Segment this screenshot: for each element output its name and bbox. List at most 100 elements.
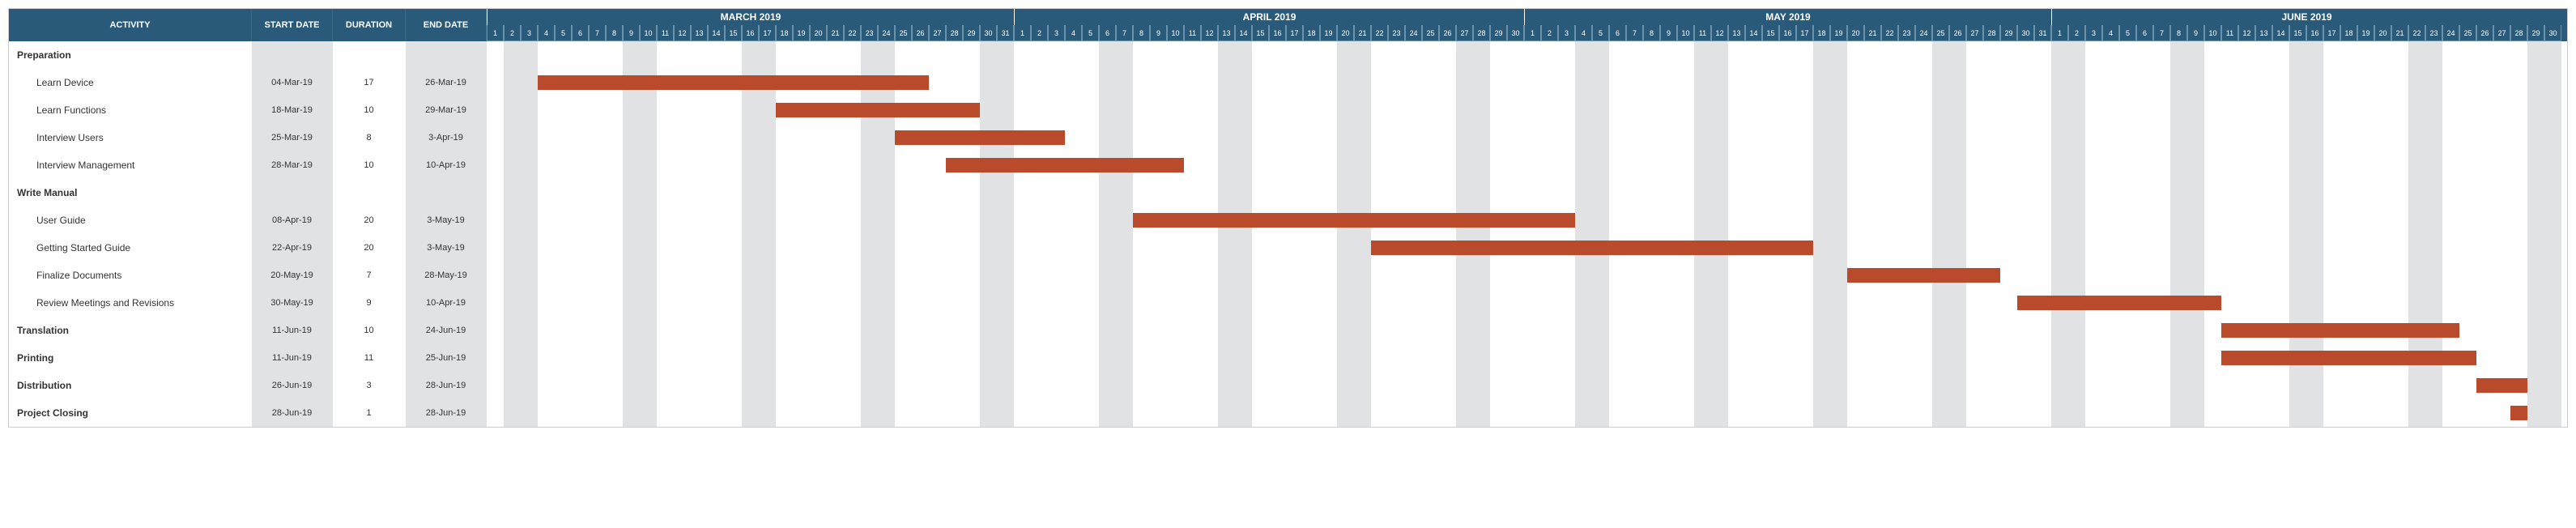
day-label: 17 bbox=[759, 25, 776, 41]
duration: 10 bbox=[333, 151, 406, 179]
task-row: Finalize Documents20-May-19728-May-19 bbox=[9, 262, 487, 289]
gantt-bar bbox=[2510, 406, 2527, 420]
day-label: 2 bbox=[504, 25, 521, 41]
timeline-row bbox=[487, 372, 2567, 399]
duration bbox=[333, 179, 406, 207]
day-label: 3 bbox=[1558, 25, 1575, 41]
end-date: 3-Apr-19 bbox=[406, 124, 487, 151]
day-label: 18 bbox=[1813, 25, 1830, 41]
day-label: 18 bbox=[1303, 25, 1320, 41]
timeline-row bbox=[487, 289, 2567, 317]
end-date bbox=[406, 41, 487, 69]
gantt-bar bbox=[2221, 351, 2476, 365]
day-label: 29 bbox=[963, 25, 980, 41]
day-label: 14 bbox=[2272, 25, 2289, 41]
day-label: 29 bbox=[1490, 25, 1507, 41]
day-label: 11 bbox=[1184, 25, 1201, 41]
gantt-bar bbox=[1371, 241, 1813, 255]
day-label: 2 bbox=[1541, 25, 1558, 41]
day-label: 21 bbox=[1864, 25, 1881, 41]
day-label: 1 bbox=[2051, 25, 2068, 41]
task-row: User Guide08-Apr-19203-May-19 bbox=[9, 207, 487, 234]
timeline-row bbox=[487, 207, 2567, 234]
day-label: 20 bbox=[1847, 25, 1864, 41]
day-label: 10 bbox=[1167, 25, 1184, 41]
day-label: 17 bbox=[1796, 25, 1813, 41]
day-label: 29 bbox=[2000, 25, 2017, 41]
day-label: 16 bbox=[1269, 25, 1286, 41]
timeline-body bbox=[487, 41, 2567, 427]
group-row: Printing11-Jun-191125-Jun-19 bbox=[9, 344, 487, 372]
gantt-bar bbox=[2221, 323, 2459, 338]
day-label: 31 bbox=[2034, 25, 2051, 41]
day-label: 24 bbox=[2442, 25, 2459, 41]
end-date: 26-Mar-19 bbox=[406, 69, 487, 96]
activity-label: Interview Users bbox=[9, 124, 252, 151]
day-label: 15 bbox=[1252, 25, 1269, 41]
month-header: MARCH 2019APRIL 2019MAY 2019JUNE 2019 bbox=[487, 9, 2567, 25]
group-row: Project Closing28-Jun-19128-Jun-19 bbox=[9, 399, 487, 427]
timeline-row bbox=[487, 344, 2567, 372]
timeline-row bbox=[487, 124, 2567, 151]
timeline-row bbox=[487, 179, 2567, 207]
day-label: 30 bbox=[2017, 25, 2034, 41]
day-header: 1234567891011121314151617181920212223242… bbox=[487, 25, 2567, 41]
duration: 11 bbox=[333, 344, 406, 372]
day-label: 20 bbox=[2374, 25, 2391, 41]
month-label: MAY 2019 bbox=[1524, 9, 2051, 25]
day-label: 30 bbox=[2544, 25, 2561, 41]
group-row: Distribution26-Jun-19328-Jun-19 bbox=[9, 372, 487, 399]
day-label: 7 bbox=[1626, 25, 1643, 41]
day-label: 31 bbox=[997, 25, 1014, 41]
day-label: 16 bbox=[742, 25, 759, 41]
day-label: 25 bbox=[2459, 25, 2476, 41]
day-label: 18 bbox=[776, 25, 793, 41]
task-row: Learn Device04-Mar-191726-Mar-19 bbox=[9, 69, 487, 96]
gantt-bar bbox=[2476, 378, 2527, 393]
header-activity: ACTIVITY bbox=[9, 9, 252, 41]
activity-label: Getting Started Guide bbox=[9, 234, 252, 262]
day-label: 28 bbox=[1473, 25, 1490, 41]
start-date: 11-Jun-19 bbox=[252, 317, 333, 344]
day-label: 22 bbox=[1371, 25, 1388, 41]
day-label: 24 bbox=[1405, 25, 1422, 41]
day-label: 30 bbox=[980, 25, 997, 41]
task-row: Review Meetings and Revisions30-May-1991… bbox=[9, 289, 487, 317]
day-label: 19 bbox=[2357, 25, 2374, 41]
day-label: 13 bbox=[691, 25, 708, 41]
day-label: 27 bbox=[1456, 25, 1473, 41]
day-label: 1 bbox=[1524, 25, 1541, 41]
start-date: 28-Jun-19 bbox=[252, 399, 333, 427]
day-label: 14 bbox=[708, 25, 725, 41]
day-label: 12 bbox=[674, 25, 691, 41]
activity-label: Printing bbox=[9, 344, 252, 372]
day-label: 9 bbox=[1150, 25, 1167, 41]
day-label: 9 bbox=[1660, 25, 1677, 41]
day-label: 5 bbox=[1592, 25, 1609, 41]
day-label: 15 bbox=[725, 25, 742, 41]
day-label: 24 bbox=[878, 25, 895, 41]
duration: 20 bbox=[333, 207, 406, 234]
day-label: 26 bbox=[1439, 25, 1456, 41]
end-date bbox=[406, 179, 487, 207]
day-label: 9 bbox=[2187, 25, 2204, 41]
day-label: 2 bbox=[2068, 25, 2085, 41]
day-label: 27 bbox=[1966, 25, 1983, 41]
day-label: 4 bbox=[1065, 25, 1082, 41]
day-label: 7 bbox=[2153, 25, 2170, 41]
timeline-row bbox=[487, 262, 2567, 289]
day-label: 19 bbox=[1320, 25, 1337, 41]
start-date: 20-May-19 bbox=[252, 262, 333, 289]
start-date: 22-Apr-19 bbox=[252, 234, 333, 262]
activity-label: User Guide bbox=[9, 207, 252, 234]
day-label: 13 bbox=[1728, 25, 1745, 41]
day-label: 21 bbox=[1354, 25, 1371, 41]
month-label: JUNE 2019 bbox=[2051, 9, 2561, 25]
day-label: 7 bbox=[589, 25, 606, 41]
gantt-bar bbox=[946, 158, 1184, 172]
day-label: 4 bbox=[1575, 25, 1592, 41]
activity-label: Learn Device bbox=[9, 69, 252, 96]
gantt-bar bbox=[776, 103, 980, 117]
day-label: 21 bbox=[2391, 25, 2408, 41]
timeline-row bbox=[487, 317, 2567, 344]
